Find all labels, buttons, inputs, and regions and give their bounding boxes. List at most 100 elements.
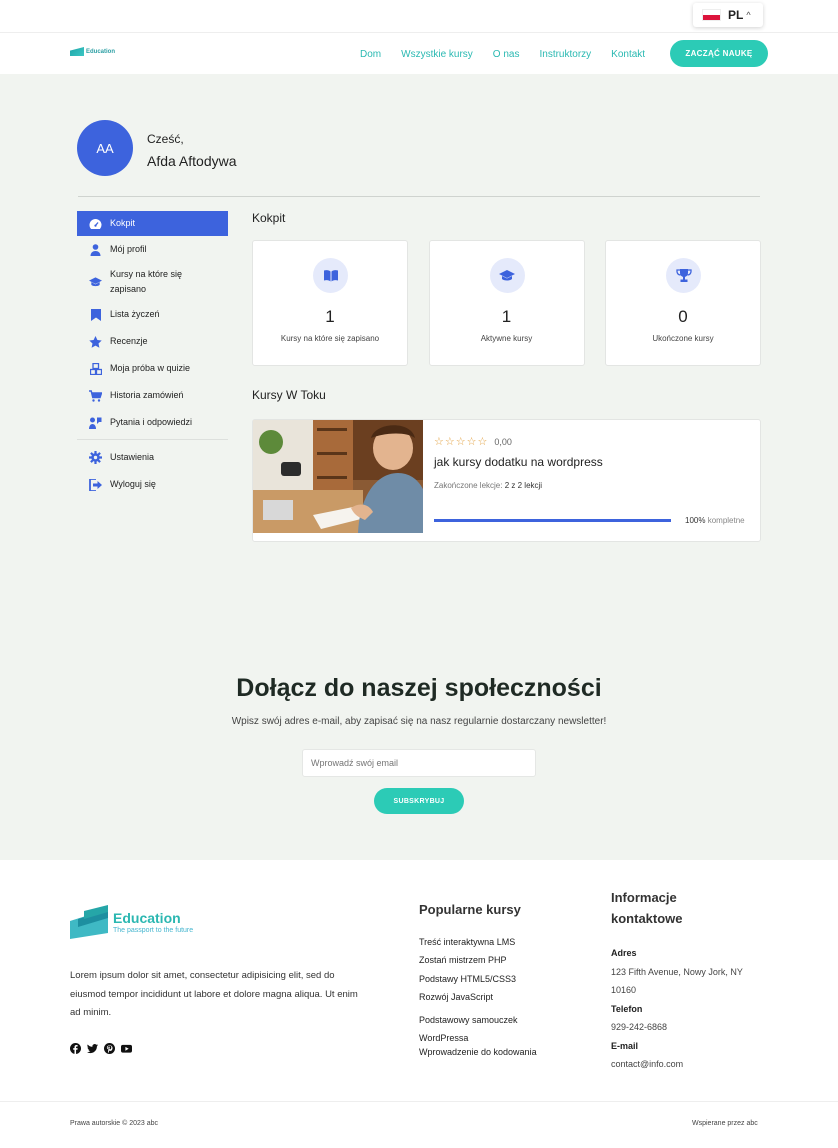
site-footer: Education The passport to the future Lor…: [0, 860, 838, 1148]
sidebar-item-label: Wyloguj się: [110, 479, 156, 489]
sidebar-item-enrolled-courses[interactable]: Kursy na które się zapisano: [77, 263, 228, 301]
chevron-up-icon: ^: [746, 10, 751, 20]
footer-divider: [0, 1101, 838, 1102]
sidebar-divider: [77, 439, 228, 440]
start-learning-button[interactable]: ZACZĄĆ NAUKĘ: [670, 40, 768, 67]
sidebar-item-logout[interactable]: Wyloguj się: [77, 471, 228, 498]
popular-course-link[interactable]: Podstawy HTML5/CSS3: [419, 974, 544, 992]
site-header: Education Dom Wszystkie kursy O nas Inst…: [0, 32, 838, 74]
star-outline-icon: ☆: [455, 436, 466, 448]
course-card[interactable]: ☆ ☆ ☆ ☆ ☆ 0,00 jak kursy dodatku na word…: [252, 419, 761, 542]
progress-fill: [434, 519, 671, 522]
sidebar-item-label: Lista życzeń: [110, 309, 160, 319]
popular-course-link[interactable]: Zostań mistrzem PHP: [419, 955, 544, 973]
popular-course-link[interactable]: Treść interaktywna LMS: [419, 937, 544, 955]
dashboard-sidebar: Kokpit Mój profil Kursy na które się zap…: [77, 211, 228, 498]
book-icon: [313, 258, 348, 293]
subscribe-button[interactable]: SUBSKRYBUJ: [374, 788, 464, 814]
stat-label: Ukończone kursy: [652, 334, 714, 343]
sidebar-item-label: Moja próba w quizie: [110, 363, 191, 373]
contact-info-title: Informacje kontaktowe: [611, 890, 683, 926]
top-bar: PL ^: [0, 0, 838, 32]
lessons-label: Zakończone lekcje:: [434, 481, 503, 490]
address-label: Adres: [611, 948, 637, 958]
popular-course-link[interactable]: Wprowadzenie do kodowania: [419, 1047, 544, 1065]
footer-tagline: The passport to the future: [113, 927, 194, 934]
footer-logo[interactable]: Education The passport to the future: [70, 905, 193, 939]
poland-flag-icon: [702, 9, 721, 21]
pinterest-icon[interactable]: [104, 1043, 115, 1054]
stat-label: Kursy na które się zapisano: [280, 334, 380, 343]
header-logo-text: Education: [86, 48, 116, 55]
nav-link-contact[interactable]: Kontakt: [611, 49, 645, 60]
stat-value: 0: [678, 307, 688, 326]
facebook-icon[interactable]: [70, 1043, 81, 1054]
progress-value: 100%: [685, 516, 706, 525]
dashboard-content: Kokpit 1 Kursy na które się zapisano 1 A…: [252, 211, 761, 542]
question-icon: [89, 416, 102, 429]
sidebar-item-qa[interactable]: Pytania i odpowiedzi: [77, 409, 228, 436]
stats-row: 1 Kursy na które się zapisano 1 Aktywne …: [252, 240, 761, 366]
stat-card-completed: 0 Ukończone kursy: [605, 240, 761, 366]
stat-card-active: 1 Aktywne kursy: [428, 240, 585, 366]
nav-link-about[interactable]: O nas: [493, 49, 520, 60]
graduation-cap-icon: [89, 276, 102, 289]
gear-icon: [89, 451, 102, 464]
popular-courses-list: Treść interaktywna LMS Zostań mistrzem P…: [419, 937, 544, 1066]
language-code: PL: [728, 8, 744, 22]
popular-course-link[interactable]: Podstawowy samouczek WordPressa: [419, 1011, 544, 1048]
course-thumbnail[interactable]: [253, 420, 423, 533]
popular-courses-title: Popularne kursy: [419, 902, 521, 917]
email-value[interactable]: contact@info.com: [611, 1055, 771, 1074]
lessons-value: 2 z 2 lekcji: [504, 481, 543, 490]
social-links: [70, 1043, 138, 1054]
avatar: AA: [77, 120, 133, 176]
sidebar-item-label: Recenzje: [110, 336, 148, 346]
logo-mark-icon: [70, 905, 108, 939]
sidebar-item-quiz-attempts[interactable]: Moja próba w quizie: [77, 355, 228, 382]
progress-text: 100% kompletne: [685, 516, 745, 525]
graduation-cap-icon: [489, 258, 525, 293]
email-label: E-mail: [611, 1040, 639, 1051]
nav-link-instructors[interactable]: Instruktorzy: [539, 49, 591, 60]
sidebar-item-reviews[interactable]: Recenzje: [77, 328, 228, 355]
star-outline-icon: ☆: [434, 436, 444, 448]
sidebar-item-wishlist[interactable]: Lista życzeń: [77, 301, 228, 328]
sidebar-item-profile[interactable]: Mój profil: [77, 236, 228, 263]
trophy-icon: [666, 258, 701, 293]
copyright-text: Prawa autorskie © 2023 abc: [70, 1120, 159, 1127]
rating-value: 0,00: [494, 436, 512, 447]
star-outline-icon: ☆: [444, 436, 455, 448]
divider: [78, 196, 760, 197]
sidebar-item-dashboard[interactable]: Kokpit: [77, 211, 228, 236]
cart-icon: [89, 389, 102, 402]
newsletter-title: Dołącz do naszej społeczności: [236, 674, 602, 702]
dashboard-icon: [89, 217, 102, 230]
course-rating: ☆ ☆ ☆ ☆ ☆ 0,00: [434, 435, 512, 448]
greeting: Cześć,: [147, 132, 184, 146]
logo-mark-icon: [70, 47, 84, 56]
newsletter-email-input[interactable]: [302, 749, 536, 777]
language-switcher[interactable]: PL ^: [693, 3, 763, 27]
nav-link-all-courses[interactable]: Wszystkie kursy: [401, 49, 473, 60]
phone-value: 929-242-6868: [611, 1022, 668, 1032]
nav-link-home[interactable]: Dom: [360, 49, 381, 60]
header-logo[interactable]: Education: [70, 47, 115, 56]
footer-logo-text: Education: [113, 910, 181, 926]
sidebar-item-settings[interactable]: Ustawienia: [77, 444, 228, 471]
twitter-icon[interactable]: [87, 1043, 98, 1054]
stat-value: 1: [501, 307, 512, 326]
course-title[interactable]: jak kursy dodatku na wordpress: [434, 455, 603, 469]
popular-course-link[interactable]: Rozwój JavaScript: [419, 992, 544, 1010]
sidebar-item-label: Pytania i odpowiedzi: [110, 417, 193, 427]
star-outline-icon: ☆: [477, 436, 488, 448]
newsletter-subtitle: Wpisz swój adres e-mail, aby zapisać się…: [231, 716, 607, 727]
star-outline-icon: ☆: [466, 436, 477, 448]
in-progress-title: Kursy W Toku: [252, 388, 326, 402]
sidebar-item-label: Historia zamówień: [110, 390, 184, 400]
youtube-icon[interactable]: [121, 1043, 132, 1054]
powered-by-text: Wspierane przez abc: [692, 1120, 758, 1127]
user-name: Afda Aftodywa: [147, 153, 237, 169]
stat-card-enrolled: 1 Kursy na które się zapisano: [252, 240, 408, 366]
sidebar-item-order-history[interactable]: Historia zamówień: [77, 382, 228, 409]
